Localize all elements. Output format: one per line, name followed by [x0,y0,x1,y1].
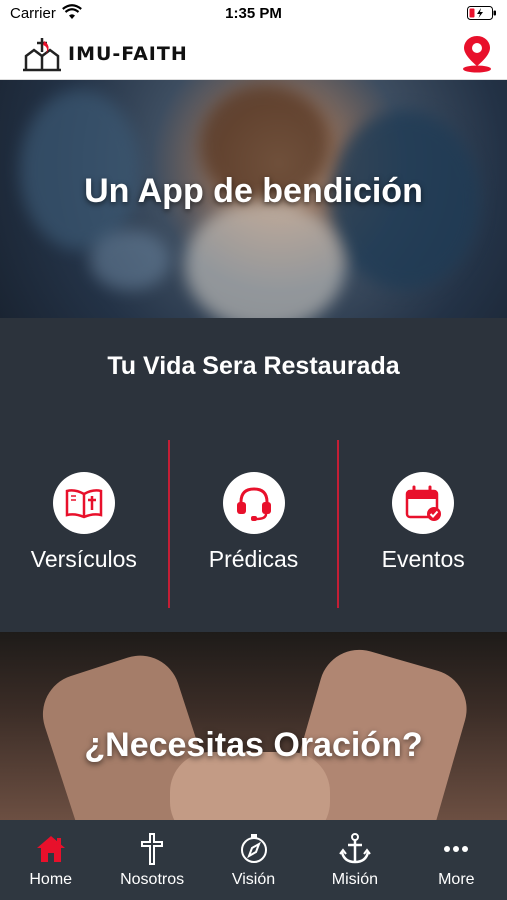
home-icon [34,832,68,866]
status-bar: Carrier 1:35 PM [0,0,507,28]
more-icon [439,832,473,866]
feature-circle [392,472,455,534]
status-time: 1:35 PM [225,5,282,22]
tab-vision[interactable]: Visión [203,820,304,900]
calendar-icon [405,485,442,521]
headset-icon [236,487,271,521]
battery-icon [467,6,497,24]
tab-label: Misión [331,871,379,888]
tab-more[interactable]: More [406,820,507,900]
tab-label: Nosotros [120,871,185,888]
feature-circle [52,472,115,534]
hero-title: Un App de bendición [84,172,423,210]
app-header: IMU-FAITH [0,28,507,80]
bible-icon [65,489,103,519]
feature-circle [222,472,285,534]
hero-banner[interactable]: Un App de bendición [0,80,507,318]
tab-nosotros[interactable]: Nosotros [101,820,202,900]
feature-label: Prédicas [208,546,299,572]
feature-label: Eventos [381,546,465,572]
tab-home[interactable]: Home [0,820,101,900]
location-pin-icon[interactable] [459,34,495,79]
compass-icon [237,832,271,866]
app-name: IMU-FAITH [68,43,188,65]
church-logo-icon [23,38,61,72]
prayer-title: ¿Necesitas Oración? [84,726,423,764]
tab-label: Visión [231,871,276,888]
feature-versiculos[interactable]: Versículos [0,440,168,608]
app-logo[interactable]: IMU-FAITH [22,34,188,74]
tab-label: Home [29,871,73,888]
tab-mision[interactable]: Misión [304,820,405,900]
section-title: Tu Vida Sera Restaurada [107,352,400,380]
prayer-banner[interactable]: ¿Necesitas Oración? [0,632,507,820]
feature-eventos[interactable]: Eventos [339,440,507,608]
feature-row: Versículos Prédicas Eventos [0,440,507,608]
features-section: Tu Vida Sera Restaurada Versículos Prédi… [0,318,507,632]
feature-predicas[interactable]: Prédicas [170,440,338,608]
tab-label: More [438,871,475,888]
feature-label: Versículos [30,546,137,572]
cross-icon [135,832,169,866]
anchor-icon [338,832,372,866]
bottom-tab-bar: Home Nosotros Visión Misión More [0,820,507,900]
